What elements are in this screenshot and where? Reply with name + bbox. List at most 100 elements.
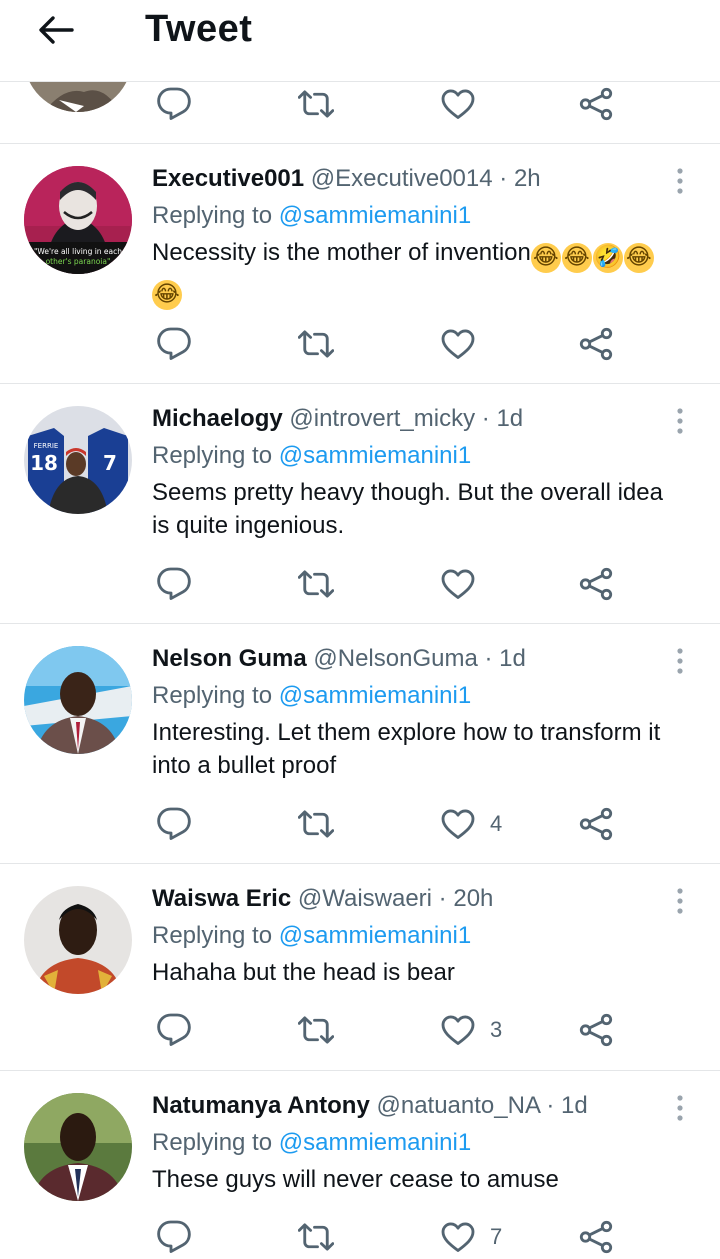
reply-button[interactable] <box>156 804 192 844</box>
retweet-button[interactable] <box>298 1010 334 1050</box>
reply-button[interactable] <box>156 1217 192 1257</box>
display-name[interactable]: Waiswa Eric <box>152 885 291 912</box>
heart-icon <box>441 1222 475 1252</box>
display-name[interactable]: Nelson Guma <box>152 645 307 672</box>
tweet-meta: Natumanya Antony @natuanto_NA · 1d <box>152 1089 680 1123</box>
reply-tweet[interactable]: Waiswa Eric @Waiswaeri · 20h Replying to… <box>0 864 720 1071</box>
timestamp[interactable]: 1d <box>499 645 526 672</box>
mention-link[interactable]: @sammiemanini1 <box>279 1129 471 1156</box>
reply-button[interactable] <box>156 1010 192 1050</box>
tweet-actions <box>152 324 632 364</box>
share-icon <box>579 327 613 361</box>
replying-to: Replying to @sammiemanini1 <box>152 198 680 234</box>
retweet-icon <box>298 1223 334 1251</box>
user-handle[interactable]: @introvert_micky <box>289 405 475 432</box>
emoji: 🤣 <box>592 243 623 273</box>
replying-to-label: Replying to <box>152 922 273 949</box>
tweet-actions: 4 <box>152 804 632 844</box>
avatar[interactable] <box>24 82 132 112</box>
user-handle[interactable]: @Waiswaeri <box>298 885 432 912</box>
mention-link[interactable]: @sammiemanini1 <box>279 682 471 709</box>
share-icon <box>579 1013 613 1047</box>
share-button[interactable] <box>578 564 614 604</box>
retweet-icon <box>298 810 334 838</box>
comment-icon <box>157 327 191 360</box>
avatar[interactable]: "We're all living in each other's parano… <box>24 166 132 274</box>
tweet-actions: 7 <box>152 1217 632 1257</box>
user-handle[interactable]: @NelsonGuma <box>313 645 477 672</box>
mention-link[interactable]: @sammiemanini1 <box>279 202 471 229</box>
mention-link[interactable]: @sammiemanini1 <box>279 922 471 949</box>
avatar[interactable]: FERRIE 18 7 <box>24 406 132 514</box>
reply-tweet[interactable]: "We're all living in each other's parano… <box>0 144 720 384</box>
share-button[interactable] <box>578 1010 614 1050</box>
like-button[interactable]: 3 <box>440 1010 502 1050</box>
back-button[interactable] <box>36 10 76 50</box>
timestamp[interactable]: 2h <box>514 165 541 192</box>
comment-icon <box>157 567 191 600</box>
avatar-caption-line-1: "We're all living in each <box>34 247 122 256</box>
like-button[interactable] <box>440 324 490 364</box>
tweet-meta: Executive001 @Executive0014 · 2h <box>152 162 680 196</box>
like-button[interactable] <box>440 84 476 124</box>
display-name[interactable]: Natumanya Antony <box>152 1092 370 1119</box>
avatar[interactable] <box>24 646 132 754</box>
meta-separator: · <box>499 165 508 192</box>
timestamp[interactable]: 1d <box>496 405 523 432</box>
retweet-icon <box>298 330 334 358</box>
tweet-meta: Waiswa Eric @Waiswaeri · 20h <box>152 882 680 916</box>
replying-to-label: Replying to <box>152 202 273 229</box>
display-name[interactable]: Michaelogy <box>152 405 283 432</box>
display-name[interactable]: Executive001 <box>152 165 304 192</box>
reply-tweet[interactable]: FERRIE 18 7 Michaelogy @introvert_micky … <box>0 384 720 624</box>
emoji: 😂 <box>530 243 561 273</box>
tweet-text-content: Necessity is the mother of invention <box>152 239 531 266</box>
like-button[interactable]: 4 <box>440 804 502 844</box>
tweet-text: Hahaha but the head is bear <box>152 959 455 986</box>
tweet-text: These guys will never cease to amuse <box>152 1166 559 1193</box>
heart-icon <box>441 569 475 599</box>
partial-tweet[interactable] <box>0 82 720 144</box>
timestamp[interactable]: 20h <box>453 885 493 912</box>
replying-to-label: Replying to <box>152 682 273 709</box>
retweet-button[interactable] <box>298 564 334 604</box>
retweet-button[interactable] <box>298 1217 334 1257</box>
avatar[interactable] <box>24 1093 132 1201</box>
meta-separator: · <box>484 645 493 672</box>
share-button[interactable] <box>578 804 614 844</box>
user-handle[interactable]: @Executive0014 <box>311 165 493 192</box>
like-button[interactable]: 7 <box>440 1217 502 1257</box>
replying-to: Replying to @sammiemanini1 <box>152 1125 680 1161</box>
comment-icon <box>157 1220 191 1253</box>
share-button[interactable] <box>578 1217 614 1257</box>
reply-button[interactable] <box>156 324 192 364</box>
emoji: 😂 <box>561 243 592 273</box>
arrow-left-icon <box>39 16 74 44</box>
like-button[interactable] <box>440 564 490 604</box>
replying-to: Replying to @sammiemanini1 <box>152 918 680 954</box>
timestamp[interactable]: 1d <box>561 1092 588 1119</box>
mention-link[interactable]: @sammiemanini1 <box>279 442 471 469</box>
share-button[interactable] <box>578 324 614 364</box>
heart-icon <box>441 809 475 839</box>
user-handle[interactable]: @natuanto_NA <box>376 1092 539 1119</box>
reply-tweet[interactable]: Nelson Guma @NelsonGuma · 1d Replying to… <box>0 624 720 864</box>
heart-icon <box>441 1015 475 1045</box>
comment-icon <box>157 87 191 120</box>
replying-to-label: Replying to <box>152 442 273 469</box>
retweet-icon <box>298 570 334 598</box>
reply-button[interactable] <box>156 84 192 124</box>
retweet-button[interactable] <box>298 324 334 364</box>
reply-button[interactable] <box>156 564 192 604</box>
avatar[interactable] <box>24 886 132 994</box>
top-app-bar: Tweet <box>0 0 720 82</box>
reply-tweet[interactable]: Natumanya Antony @natuanto_NA · 1d Reply… <box>0 1071 720 1259</box>
retweet-button[interactable] <box>298 804 334 844</box>
meta-separator: · <box>546 1092 555 1119</box>
retweet-button[interactable] <box>298 84 334 124</box>
replying-to: Replying to @sammiemanini1 <box>152 678 680 714</box>
jersey-number: 7 <box>103 451 117 475</box>
jersey-name: FERRIE <box>34 442 59 450</box>
share-button[interactable] <box>578 84 614 124</box>
share-icon <box>579 87 613 121</box>
